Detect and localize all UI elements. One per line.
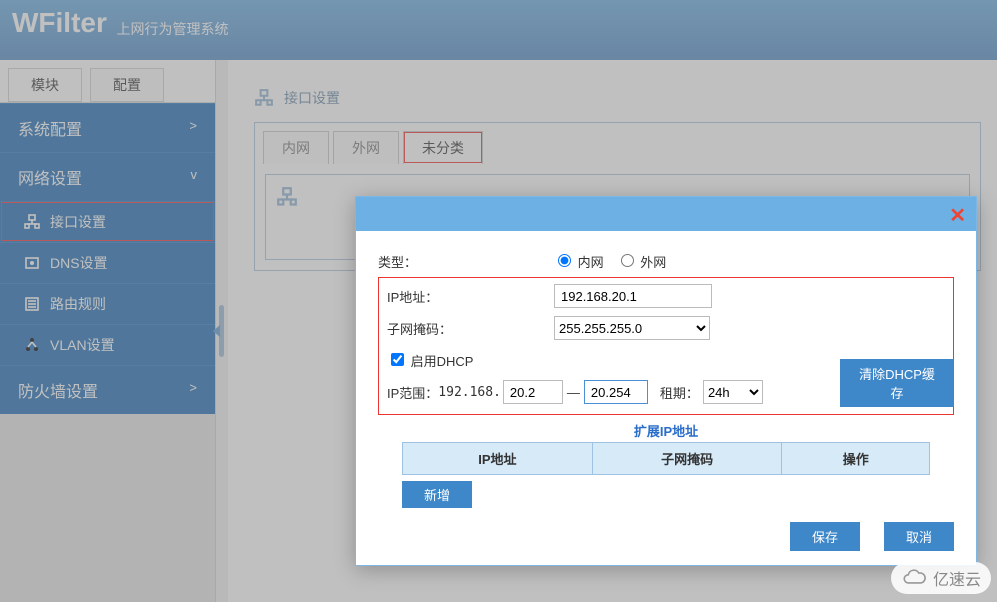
- range-sep: —: [567, 385, 580, 400]
- interface-edit-modal: ✕ 类型： 内网 外网 IP地址： 子网掩码：: [355, 196, 977, 566]
- watermark-text: 亿速云: [933, 566, 981, 590]
- watermark: 亿速云: [891, 562, 991, 594]
- col-action: 操作: [782, 443, 930, 475]
- dhcp-enable[interactable]: 启用DHCP: [387, 350, 473, 370]
- dhcp-checkbox[interactable]: [391, 353, 404, 366]
- modal-header[interactable]: ✕: [356, 197, 976, 231]
- radio-lan-label: 内网: [578, 255, 604, 270]
- ext-ip-table: IP地址 子网掩码 操作: [402, 442, 930, 475]
- radio-wan-input[interactable]: [621, 254, 634, 267]
- clear-dhcp-cache-button[interactable]: 清除DHCP缓存: [840, 359, 954, 407]
- ext-ip-title: 扩展IP地址: [402, 421, 930, 440]
- range-start-input[interactable]: [503, 380, 563, 404]
- col-ip: IP地址: [403, 443, 593, 475]
- lease-select[interactable]: 24h: [703, 380, 763, 404]
- lease-label: 租期：: [660, 383, 699, 402]
- mask-select[interactable]: 255.255.255.0: [554, 316, 710, 340]
- mask-label: 子网掩码：: [387, 319, 477, 338]
- ip-input[interactable]: [554, 284, 712, 308]
- ip-label: IP地址：: [387, 287, 477, 306]
- radio-wan[interactable]: 外网: [616, 251, 667, 271]
- col-mask: 子网掩码: [592, 443, 782, 475]
- type-label: 类型：: [378, 252, 468, 271]
- add-button[interactable]: 新增: [402, 481, 472, 508]
- radio-lan-input[interactable]: [558, 254, 571, 267]
- range-end-input[interactable]: [584, 380, 648, 404]
- range-prefix: 192.168.: [438, 385, 501, 400]
- save-button[interactable]: 保存: [790, 522, 860, 551]
- radio-lan[interactable]: 内网: [553, 251, 604, 271]
- cancel-button[interactable]: 取消: [884, 522, 954, 551]
- table-header-row: IP地址 子网掩码 操作: [403, 443, 930, 475]
- dhcp-enable-label: 启用DHCP: [411, 354, 474, 369]
- close-icon[interactable]: ✕: [949, 203, 966, 228]
- range-label: IP范围：: [387, 383, 438, 402]
- cloud-icon: [901, 568, 927, 588]
- radio-wan-label: 外网: [640, 255, 666, 270]
